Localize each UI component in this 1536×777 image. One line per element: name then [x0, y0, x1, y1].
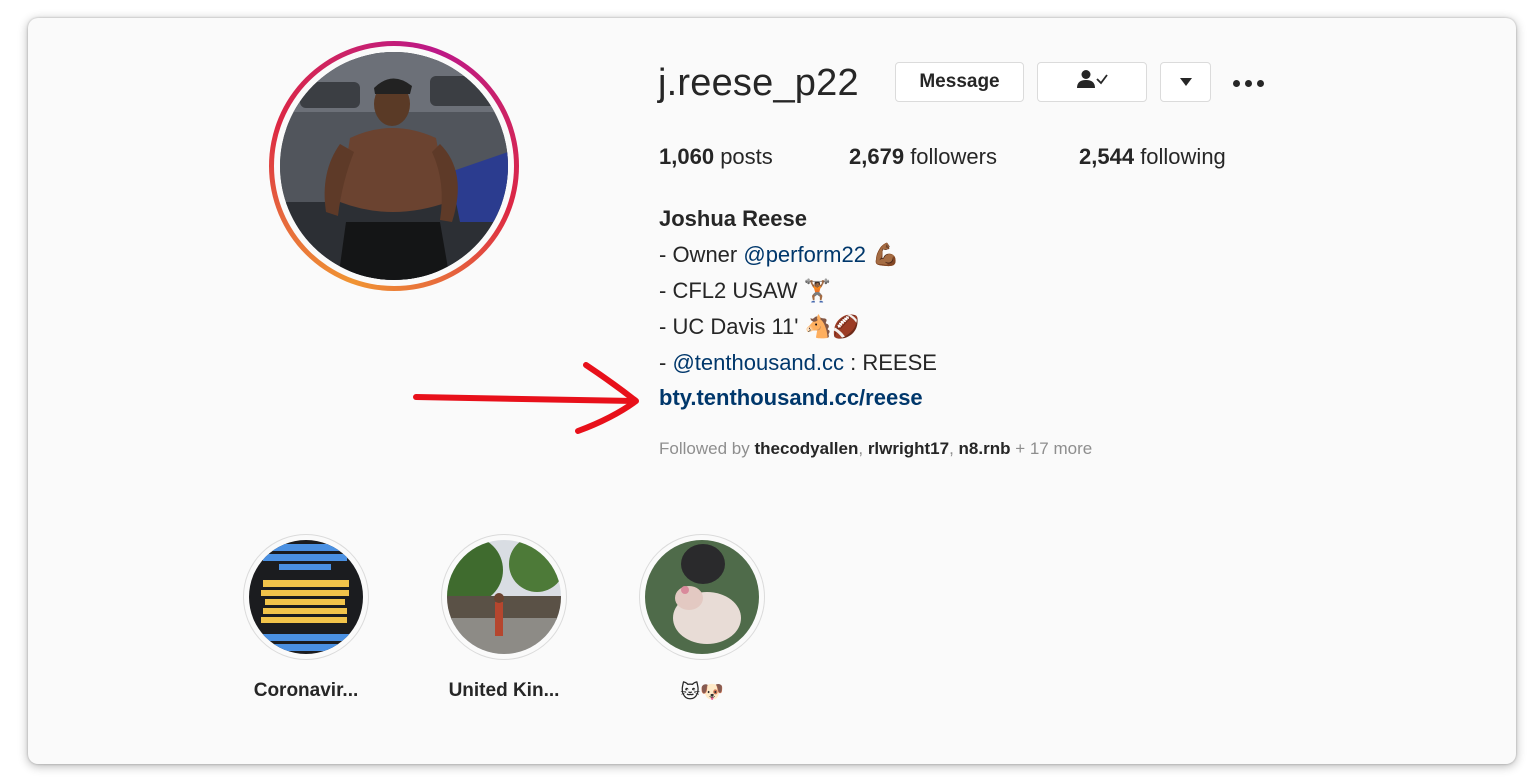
followers-link[interactable]: 2,679 followers	[849, 144, 997, 170]
bio-line: - Owner @perform22 💪🏾	[659, 242, 900, 267]
avatar[interactable]	[269, 41, 519, 291]
profile-card: j.reese_p22 Message 1,060 posts 2,679 fo…	[28, 18, 1516, 764]
mention-link[interactable]: @perform22	[743, 242, 866, 267]
follower-name[interactable]: thecodyallen	[754, 439, 858, 458]
highlight-label: Coronavir...	[253, 680, 359, 701]
story-highlight[interactable]: Coronavir...	[241, 534, 371, 702]
story-highlight[interactable]: 🐱🐶	[637, 534, 767, 704]
avatar-photo	[280, 52, 508, 280]
person-check-icon	[1075, 69, 1109, 95]
bio-line: - @tenthousand.cc : REESE	[659, 350, 937, 375]
story-highlight[interactable]: United Kin...	[439, 534, 569, 702]
suggested-accounts-button[interactable]	[1160, 62, 1211, 102]
bio-line: - UC Davis 11' 🐴🏈	[659, 314, 860, 339]
highlight-label: 🐱🐶	[680, 682, 724, 703]
follower-name[interactable]: rlwright17	[868, 439, 949, 458]
caret-down-icon	[1179, 71, 1193, 93]
following-button[interactable]	[1037, 62, 1147, 102]
username: j.reese_p22	[658, 62, 859, 104]
message-button[interactable]: Message	[895, 62, 1024, 102]
bio-line: - CFL2 USAW 🏋🏾	[659, 278, 832, 303]
follower-name[interactable]: n8.rnb	[959, 439, 1011, 458]
highlight-thumbnail	[645, 540, 759, 654]
website-link[interactable]: bty.tenthousand.cc/reese	[659, 385, 923, 411]
highlight-thumbnail	[249, 540, 363, 654]
following-link[interactable]: 2,544 following	[1079, 144, 1226, 170]
followed-by[interactable]: Followed by thecodyallen, rlwright17, n8…	[659, 439, 1092, 459]
red-arrow-annotation	[413, 362, 639, 434]
highlight-label: United Kin...	[448, 680, 560, 701]
highlight-thumbnail	[447, 540, 561, 654]
mention-link[interactable]: @tenthousand.cc	[672, 350, 844, 375]
posts-count: 1,060 posts	[659, 144, 773, 169]
more-dots-icon[interactable]	[1228, 70, 1268, 96]
full-name: Joshua Reese	[659, 206, 807, 231]
